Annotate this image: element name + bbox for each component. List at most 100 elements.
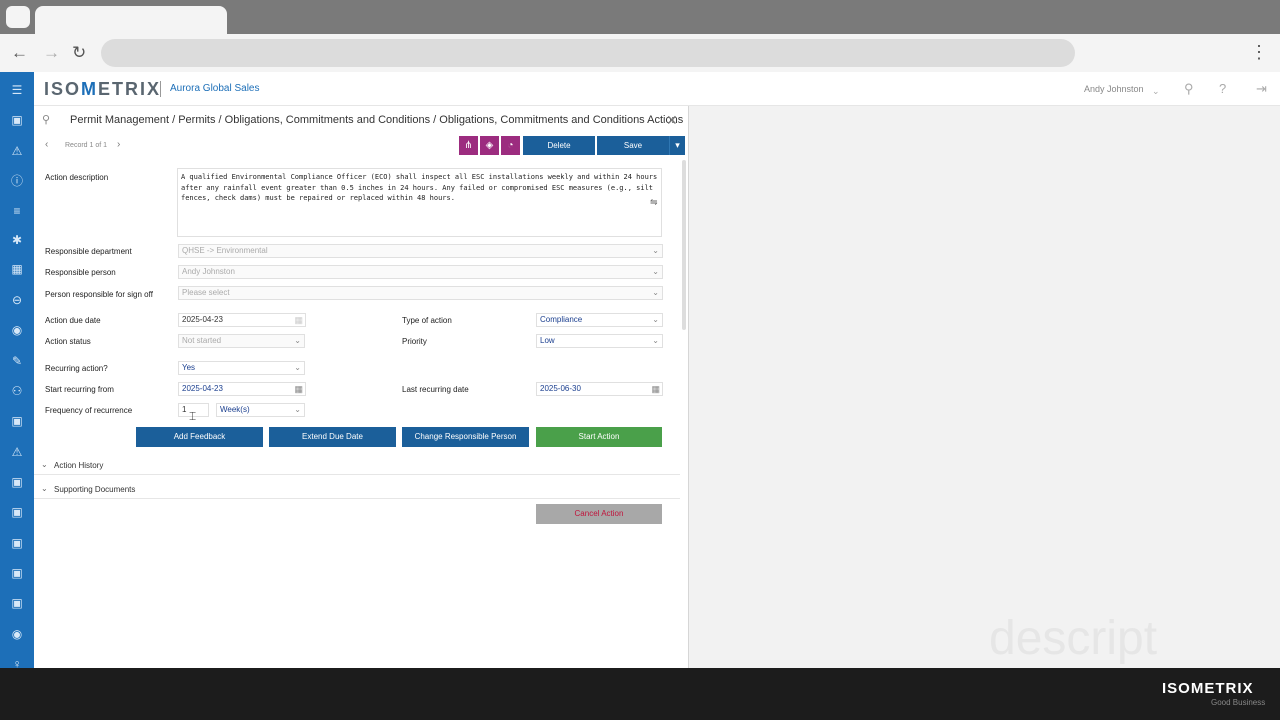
delete-button[interactable]: Delete: [523, 136, 595, 155]
calendar-icon[interactable]: ▦: [294, 383, 303, 395]
logout-icon[interactable]: ⇥: [1256, 81, 1267, 96]
module-icon[interactable]: ▣: [0, 565, 34, 581]
company-name[interactable]: Aurora Global Sales: [170, 83, 260, 94]
forward-icon[interactable]: →: [43, 43, 60, 63]
next-record-icon[interactable]: ›: [117, 139, 120, 150]
edit-icon[interactable]: ✎: [0, 353, 34, 369]
browser-menu-icon[interactable]: ⋮: [1250, 42, 1268, 62]
back-icon[interactable]: ←: [11, 43, 28, 63]
start-recurring-field[interactable]: 2025-04-23 ▦: [178, 382, 306, 396]
module-icon[interactable]: ▣: [0, 504, 34, 520]
action-description-field[interactable]: A qualified Environmental Compliance Off…: [177, 168, 662, 237]
left-nav-rail: ☰ ▣ ⚠ ⓘ ≡ ✱ ▦ ⊖ ◉ ✎ ⚇ ▣ ⚠ ▣ ▣ ▣ ▣ ▣ ◉ ♀: [0, 72, 34, 671]
add-feedback-button[interactable]: Add Feedback: [136, 427, 263, 447]
chevron-down-icon: ⌄: [41, 460, 48, 469]
recurring-action-value: Yes: [182, 363, 196, 372]
search-icon[interactable]: ⚲: [1184, 81, 1194, 96]
search-icon[interactable]: ⚲: [42, 113, 50, 126]
close-icon[interactable]: ✕: [666, 112, 678, 129]
record-toolbar: ‹ Record 1 of 1 › ⋔ ◈ ◔ Delete Save ▾: [34, 136, 688, 156]
due-date-field[interactable]: 2025-04-23 ▦: [178, 313, 306, 327]
translate-icon[interactable]: ⇋: [650, 197, 658, 208]
responsible-person-select[interactable]: Andy Johnston ⌄: [178, 265, 663, 279]
user-menu[interactable]: Andy Johnston: [1084, 84, 1144, 94]
action-description-label: Action description: [45, 173, 109, 182]
cancel-action-button[interactable]: Cancel Action: [536, 504, 662, 524]
module-icon[interactable]: ▣: [0, 112, 34, 128]
alert-icon[interactable]: ⚠: [0, 444, 34, 460]
detail-pane: descript: [688, 106, 1280, 668]
priority-select[interactable]: Low ⌄: [536, 334, 663, 348]
module-icon[interactable]: ▣: [0, 413, 34, 429]
chevron-down-icon: ⌄: [294, 336, 301, 345]
due-date-value: 2025-04-23: [182, 315, 223, 324]
action-form: ⚲ Permit Management / Permits / Obligati…: [34, 106, 688, 668]
frequency-value: 1: [182, 405, 187, 414]
hierarchy-icon[interactable]: ⋔: [459, 136, 478, 155]
start-action-button[interactable]: Start Action: [536, 427, 662, 447]
browser-nav-bar: ← → ↻ ⋮: [0, 34, 1280, 72]
responsible-department-select[interactable]: QHSE -> Environmental ⌄: [178, 244, 663, 258]
calendar-icon[interactable]: ▦: [651, 383, 660, 395]
window-button[interactable]: [6, 6, 30, 28]
responsible-department-label: Responsible department: [45, 247, 132, 256]
help-icon[interactable]: ?: [1219, 81, 1226, 96]
action-status-select[interactable]: Not started ⌄: [178, 334, 305, 348]
save-button[interactable]: Save: [597, 136, 669, 155]
info-icon[interactable]: ⓘ: [0, 173, 34, 189]
layers-icon[interactable]: ◈: [480, 136, 499, 155]
gear-icon[interactable]: ✱: [0, 232, 34, 248]
module-icon[interactable]: ▣: [0, 595, 34, 611]
scrollbar[interactable]: [682, 160, 686, 330]
supporting-documents-section[interactable]: ⌄ Supporting Documents: [34, 481, 680, 499]
sliders-icon[interactable]: ≡: [0, 203, 34, 219]
minus-circle-icon[interactable]: ⊖: [0, 292, 34, 308]
chevron-down-icon: ⌄: [652, 288, 659, 297]
chevron-down-icon: ⌄: [294, 363, 301, 372]
last-recurring-field[interactable]: 2025-06-30 ▦: [536, 382, 663, 396]
breadcrumb[interactable]: Permit Management / Permits / Obligation…: [70, 114, 683, 126]
text-cursor-icon: ⌶: [189, 409, 197, 423]
people-icon[interactable]: ⚇: [0, 383, 34, 399]
change-responsible-person-button[interactable]: Change Responsible Person: [402, 427, 529, 447]
divider: [160, 81, 161, 97]
globe-icon[interactable]: ◉: [0, 626, 34, 642]
browser-tab[interactable]: [35, 6, 227, 34]
video-footer: ISOMETRIX Good Business: [0, 668, 1280, 720]
footer-tagline: Good Business: [1211, 698, 1266, 707]
breadcrumb-bar: ⚲ Permit Management / Permits / Obligati…: [34, 108, 688, 132]
signoff-placeholder: Please select: [182, 288, 230, 297]
start-recurring-label: Start recurring from: [45, 385, 114, 394]
start-recurring-value: 2025-04-23: [182, 384, 223, 393]
type-of-action-select[interactable]: Compliance ⌄: [536, 313, 663, 327]
frequency-label: Frequency of recurrence: [45, 406, 133, 415]
chevron-down-icon: ⌄: [41, 484, 48, 493]
app-header: ISOMETRIX Aurora Global Sales Andy Johns…: [34, 72, 1280, 106]
recurring-action-select[interactable]: Yes ⌄: [178, 361, 305, 375]
signoff-select[interactable]: Please select ⌄: [178, 286, 663, 300]
browser-tab-strip: [0, 0, 1280, 34]
module-icon[interactable]: ▣: [0, 474, 34, 490]
chevron-down-icon[interactable]: ⌄: [1152, 84, 1160, 99]
menu-icon[interactable]: ☰: [0, 82, 34, 98]
section-title: Action History: [54, 461, 104, 470]
calendar-icon[interactable]: ▦: [294, 314, 303, 326]
chevron-down-icon: ⌄: [652, 267, 659, 276]
type-of-action-label: Type of action: [402, 316, 452, 325]
globe-icon[interactable]: ◉: [0, 322, 34, 338]
alert-icon[interactable]: ⚠: [0, 143, 34, 159]
chevron-down-icon[interactable]: ▾: [669, 136, 685, 155]
reload-icon[interactable]: ↻: [72, 43, 86, 63]
module-icon[interactable]: ▣: [0, 535, 34, 551]
address-bar[interactable]: [101, 39, 1075, 67]
signoff-label: Person responsible for sign off: [45, 290, 153, 299]
tag-icon[interactable]: ◔: [501, 136, 520, 155]
action-status-label: Action status: [45, 337, 91, 346]
calendar-icon[interactable]: ▦: [0, 261, 34, 277]
action-history-section[interactable]: ⌄ Action History: [34, 457, 680, 475]
extend-due-date-button[interactable]: Extend Due Date: [269, 427, 396, 447]
app-window: ☰ ▣ ⚠ ⓘ ≡ ✱ ▦ ⊖ ◉ ✎ ⚇ ▣ ⚠ ▣ ▣ ▣ ▣ ▣ ◉ ♀ …: [0, 72, 1280, 671]
previous-record-icon[interactable]: ‹: [45, 139, 48, 150]
chevron-down-icon: ⌄: [652, 315, 659, 324]
frequency-unit-select[interactable]: Week(s) ⌄: [216, 403, 305, 417]
